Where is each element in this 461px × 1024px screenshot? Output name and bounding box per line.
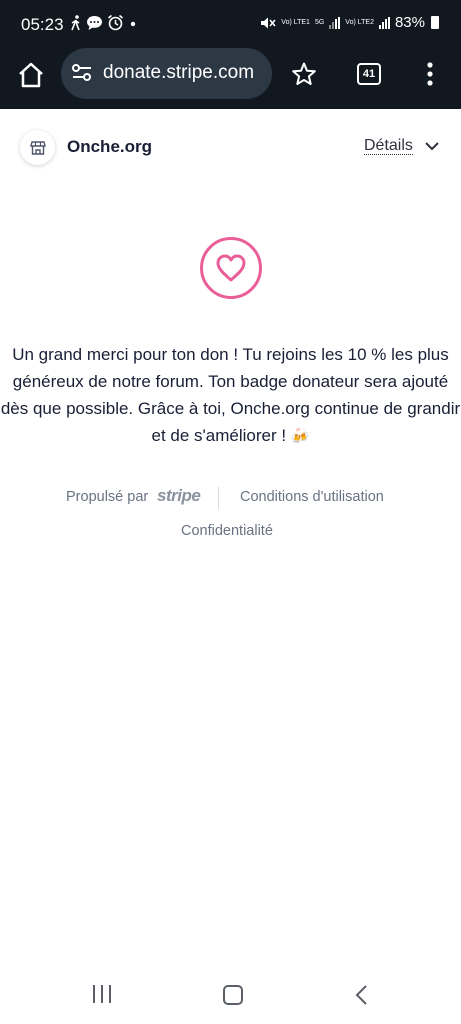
site-settings-icon[interactable] [71,62,93,84]
network-lte2: Vo) LTE2 [345,19,374,26]
signal-icon [378,16,390,29]
system-nav-bar [0,975,461,1015]
address-bar[interactable]: donate.stripe.com [61,48,272,99]
message-icon [87,15,102,30]
merchant-header: Onche.org Détails [0,110,461,184]
footer-divider [218,487,219,509]
home-nav-icon[interactable] [223,985,243,1005]
thank-you-line: dès que possible. Grâce à toi, Onche.org… [0,399,461,418]
more-menu-icon[interactable] [426,60,434,88]
privacy-link[interactable]: Confidentialité [181,523,273,539]
merchant-name: Onche.org [67,137,153,156]
browser-toolbar: donate.stripe.com 41 [0,48,461,109]
status-time: 05:23 [21,15,64,34]
thank-you-line: généreux de notre forum. Ton badge donat… [12,372,449,391]
notification-icons [70,14,138,31]
tab-switcher-button[interactable]: 41 [357,63,381,85]
thank-you-line-last: et de s'améliorer ! 🍻 [0,422,461,450]
battery-percent: 83% [394,14,425,31]
battery-icon [431,16,439,29]
heart-icon [200,237,262,299]
home-icon[interactable] [17,61,45,89]
store-icon [30,141,46,155]
system-status-icons: Vo) LTE1 5G Vo) LTE2 83% [260,14,439,31]
signal-icon [329,16,341,29]
mute-icon [261,17,276,28]
thank-you-line: et de s'améliorer ! [151,426,287,445]
recents-icon[interactable] [93,985,111,1003]
bookmark-star-icon[interactable] [291,61,317,87]
thank-you-line: Un grand merci pour ton don ! Tu rejoins… [12,345,449,364]
status-bar: 05:23 Vo) LTE1 5G Vo) LTE2 83% [0,0,461,48]
stripe-footer: Propulsé par stripe Conditions d'utilisa… [0,484,461,539]
back-icon[interactable] [354,984,368,1006]
powered-by-label: Propulsé par [66,489,149,505]
more-notifications-dot [130,21,136,26]
walking-icon [71,14,80,30]
terms-link[interactable]: Conditions d'utilisation [240,489,384,505]
beer-emoji: 🍻 [290,428,310,445]
stripe-logo[interactable]: stripe [157,486,201,506]
details-toggle[interactable]: Détails [364,138,413,155]
alarm-icon [107,14,124,31]
chevron-down-icon[interactable] [424,140,440,152]
network-5g: 5G [314,19,325,26]
network-lte1: Vo) LTE1 [281,19,310,26]
thank-you-message: Un grand merci pour ton don ! Tu rejoins… [0,341,461,450]
url-text[interactable]: donate.stripe.com [103,62,254,84]
merchant-avatar [20,130,55,165]
